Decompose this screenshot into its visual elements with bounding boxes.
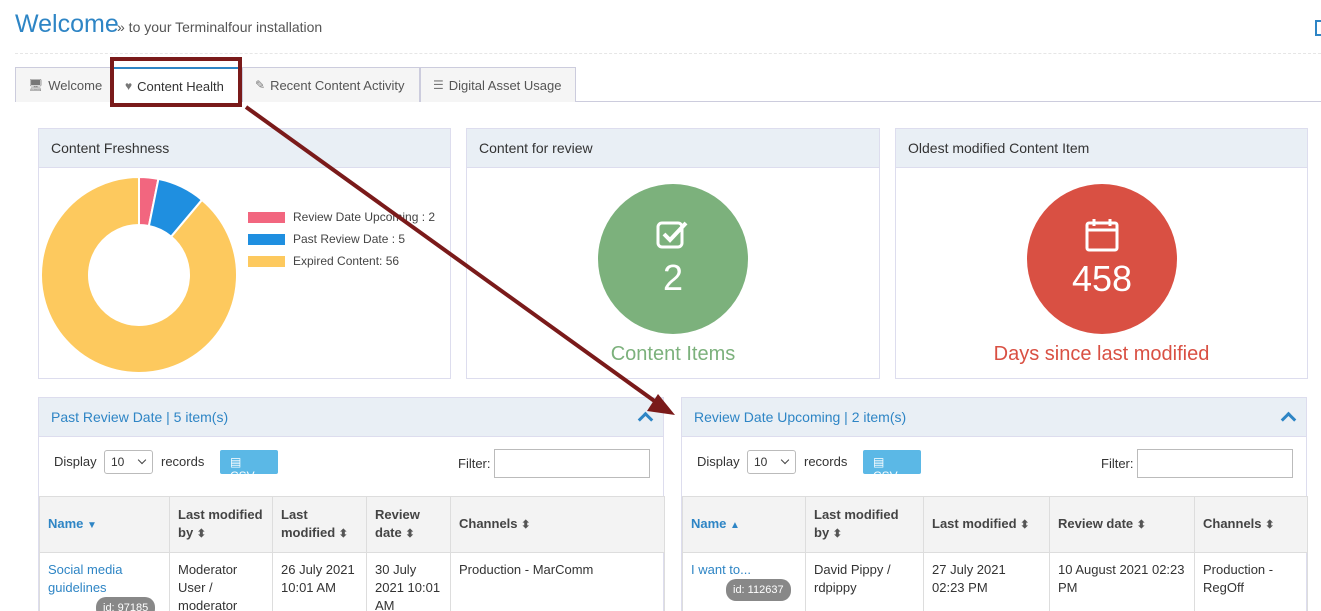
panel-title[interactable]: Past Review Date | 5 item(s): [39, 398, 663, 437]
past-review-table: Name ▼ Last modified by ⬍ Last modified …: [39, 496, 665, 611]
donut-slice-expired-content[interactable]: [40, 175, 238, 374]
review-count-circle: 2: [598, 184, 748, 334]
days-since-value: 458: [1071, 258, 1133, 299]
panel-title: Content for review: [467, 129, 879, 168]
filter-input[interactable]: [1137, 449, 1293, 478]
checkbox-icon: [656, 221, 688, 249]
page-title: Welcome: [15, 10, 119, 38]
table-header-row: Name ▼ Last modified by ⬍ Last modified …: [39, 496, 665, 553]
csv-label: CSV: [230, 469, 255, 483]
column-header-review-date[interactable]: Review date ⬍: [1049, 496, 1195, 553]
review-upcoming-panel: Review Date Upcoming | 2 item(s) Display…: [681, 397, 1308, 611]
records-label: records: [161, 454, 205, 469]
filter-input[interactable]: [494, 449, 650, 478]
content-freshness-panel: Content Freshness Review Date Upcoming :…: [38, 128, 451, 379]
cell-modified: 26 July 2021 10:01 AM: [272, 552, 367, 611]
legend-item: Expired Content: 56: [248, 250, 435, 272]
tab-welcome[interactable]: 🖥 Welcome: [15, 67, 111, 102]
column-header-last-modified-by[interactable]: Last modified by ⬍: [169, 496, 273, 553]
cell-channels: Production - MarComm: [450, 552, 665, 611]
oldest-modified-panel: Oldest modified Content Item 458 Days si…: [895, 128, 1308, 379]
display-label: Display: [697, 454, 740, 469]
column-header-last-modified[interactable]: Last modified ⬍: [923, 496, 1050, 553]
csv-button[interactable]: ▤ CSV: [863, 450, 921, 483]
cell-name: I want to... id: 112637: [682, 552, 806, 611]
id-badge: id: 97185: [96, 597, 156, 611]
annotation-highlight-box: [110, 57, 242, 107]
cell-name: Social media guidelines id: 97185: [39, 552, 170, 611]
list-icon: ☰: [433, 78, 444, 92]
legend-swatch: [248, 211, 285, 223]
cell-modified-by: David Pippy / rdpippy: [805, 552, 924, 611]
records-label: records: [804, 454, 848, 469]
panel-title: Content Freshness: [39, 129, 450, 168]
file-icon: ▤: [873, 455, 885, 469]
legend-item: Past Review Date : 5: [248, 228, 435, 250]
content-link[interactable]: I want to...: [691, 562, 751, 577]
page-size-select[interactable]: 10: [747, 450, 796, 474]
panel-title: Oldest modified Content Item: [896, 129, 1307, 168]
display-label: Display: [54, 454, 97, 469]
tab-label: Recent Content Activity: [270, 77, 405, 93]
tab-digital-asset-usage[interactable]: ☰ Digital Asset Usage: [420, 67, 576, 102]
table-header-row: Name ▲ Last modified by ⬍ Last modified …: [682, 496, 1308, 553]
freshness-donut-chart: [40, 175, 238, 374]
past-review-panel: Past Review Date | 5 item(s) Display 10 …: [38, 397, 665, 611]
filter-label: Filter:: [1101, 456, 1134, 471]
page-size-select[interactable]: 10: [104, 450, 153, 474]
days-since-caption: Days since last modified: [993, 343, 1210, 365]
column-header-name[interactable]: Name ▼: [39, 496, 170, 553]
page-subtitle: » to your Terminalfour installation: [117, 19, 323, 35]
tab-recent-content-activity[interactable]: ✎ Recent Content Activity: [242, 67, 420, 102]
legend-swatch: [248, 255, 285, 267]
days-since-circle: 458: [1027, 184, 1177, 334]
legend-label: Expired Content: 56: [293, 254, 400, 268]
content-for-review-panel: Content for review 2 Content Items: [466, 128, 880, 379]
csv-label: CSV: [873, 469, 898, 483]
column-header-review-date[interactable]: Review date ⬍: [366, 496, 451, 553]
tab-label: Digital Asset Usage: [448, 77, 562, 93]
cell-review-date: 10 August 2021 02:23 PM: [1049, 552, 1195, 611]
bookmark-icon[interactable]: [1315, 20, 1321, 36]
legend-label: Review Date Upcoming : 2: [293, 210, 436, 224]
id-badge: id: 112637: [726, 579, 791, 601]
legend-swatch: [248, 233, 285, 245]
monitor-icon: 🖥: [28, 78, 44, 92]
review-caption: Content Items: [610, 343, 736, 365]
legend-item: Review Date Upcoming : 2: [248, 206, 435, 228]
csv-button[interactable]: ▤ CSV: [220, 450, 278, 483]
column-header-name[interactable]: Name ▲: [682, 496, 806, 553]
tab-label: Welcome: [48, 77, 103, 93]
content-link[interactable]: Social media guidelines: [48, 562, 122, 595]
panel-title[interactable]: Review Date Upcoming | 2 item(s): [682, 398, 1306, 437]
file-icon: ▤: [230, 455, 242, 469]
edit-icon: ✎: [255, 78, 266, 92]
column-header-last-modified-by[interactable]: Last modified by ⬍: [805, 496, 924, 553]
calendar-icon: [1085, 219, 1119, 252]
cell-review-date: 30 July 2021 10:01 AM: [366, 552, 451, 611]
cell-channels: Production - RegOff: [1194, 552, 1308, 611]
table-row: Social media guidelines id: 97185 Moderat…: [39, 552, 665, 611]
table-row: I want to... id: 112637 David Pippy / rdp…: [682, 552, 1308, 611]
legend-label: Past Review Date : 5: [293, 232, 406, 246]
review-count: 2: [662, 257, 684, 298]
filter-label: Filter:: [458, 456, 491, 471]
page-header: Welcome » to your Terminalfour installat…: [15, 8, 1321, 54]
review-upcoming-table: Name ▲ Last modified by ⬍ Last modified …: [682, 496, 1308, 611]
column-header-channels[interactable]: Channels ⬍: [1194, 496, 1308, 553]
column-header-channels[interactable]: Channels ⬍: [450, 496, 665, 553]
column-header-last-modified[interactable]: Last modified ⬍: [272, 496, 367, 553]
cell-modified-by: Moderator User / moderator: [169, 552, 273, 611]
cell-modified: 27 July 2021 02:23 PM: [923, 552, 1050, 611]
chart-legend: Review Date Upcoming : 2 Past Review Dat…: [248, 206, 435, 272]
